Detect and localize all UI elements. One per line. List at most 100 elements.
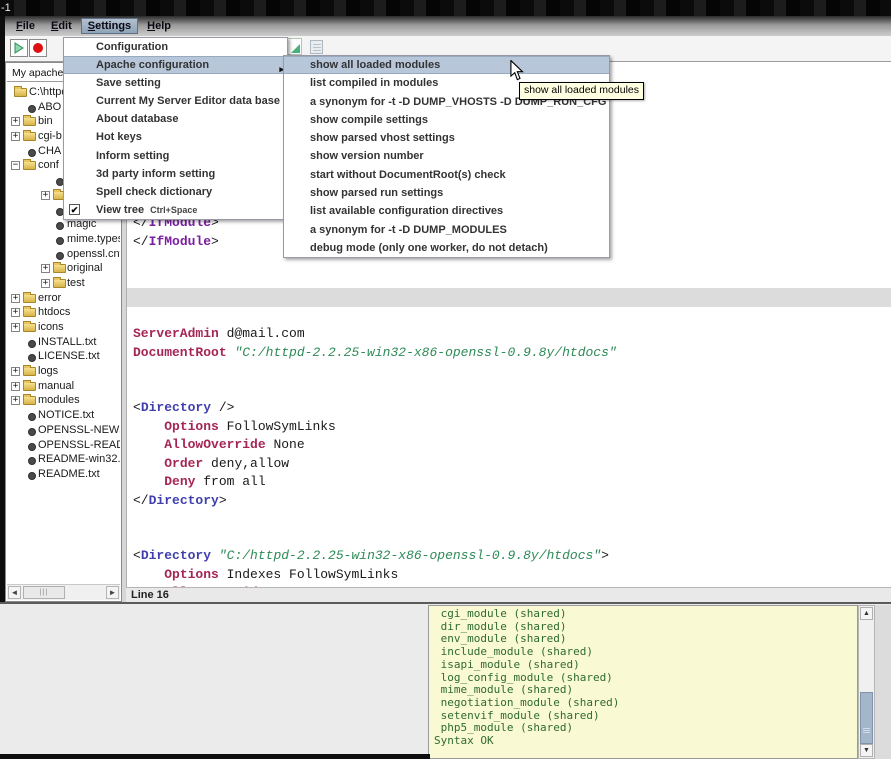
green-corner-icon [291, 44, 300, 53]
tree-item-readme-win32-t[interactable]: README-win32.t [7, 452, 120, 467]
code-line[interactable] [127, 288, 891, 307]
tree-item-openssl-cnf[interactable]: openssl.cnf [7, 247, 120, 262]
code-line[interactable]: DocumentRoot "C:/httpd-2.2.25-win32-x86-… [127, 344, 891, 363]
code-line[interactable] [127, 307, 891, 326]
submenu-item-show-parsed-run-settings[interactable]: show parsed run settings [284, 184, 609, 202]
menu-item-label: Configuration [96, 41, 168, 53]
tree-item-mime-types[interactable]: mime.types [7, 232, 120, 247]
folder-icon [23, 367, 36, 376]
code-segment: deny,allow [203, 456, 289, 471]
folder-icon [23, 117, 36, 126]
tree-item-readme-txt[interactable]: README.txt [7, 467, 120, 482]
tree-item-manual[interactable]: +manual [7, 379, 120, 394]
menu-item-current-my-server-editor-data-base[interactable]: Current My Server Editor data base [64, 92, 287, 110]
expand-plus-icon[interactable]: + [41, 191, 50, 200]
code-line[interactable] [127, 381, 891, 400]
tree-item-icons[interactable]: +icons [7, 320, 120, 335]
menu-item-apache-configuration[interactable]: Apache configuration▸ [64, 56, 287, 74]
code-line[interactable] [127, 510, 891, 529]
submenu-item-start-without-documentroot-s-check[interactable]: start without DocumentRoot(s) check [284, 166, 609, 184]
code-line[interactable]: Options FollowSymLinks [127, 418, 891, 437]
code-segment [133, 474, 164, 489]
scroll-left-arrow-icon[interactable]: ◄ [8, 586, 21, 599]
tree-item-htdocs[interactable]: +htdocs [7, 305, 120, 320]
document-icon[interactable] [310, 40, 323, 54]
tree-horizontal-scrollbar[interactable]: ◄ ||| ► [7, 584, 120, 600]
menu-item-inform-setting[interactable]: Inform setting [64, 147, 287, 165]
tree-item-openssl-news-t[interactable]: OPENSSL-NEWS.t [7, 423, 120, 438]
tree-item-label: error [38, 292, 61, 304]
code-line[interactable] [127, 270, 891, 289]
file-dot-icon [56, 252, 64, 260]
expand-plus-icon[interactable]: + [11, 308, 20, 317]
code-line[interactable]: AllowOverride None [127, 436, 891, 455]
scrollbar-thumb[interactable]: ||| [23, 586, 65, 599]
code-line[interactable]: Order deny,allow [127, 455, 891, 474]
scrollbar-thumb[interactable] [860, 692, 873, 744]
submenu-item-show-parsed-vhost-settings[interactable]: show parsed vhost settings [284, 129, 609, 147]
checkbox-checked-icon: ✔ [69, 204, 80, 215]
menu-item-spell-check-dictionary[interactable]: Spell check dictionary [64, 183, 287, 201]
expand-plus-icon[interactable]: + [11, 117, 20, 126]
tree-item-license-txt[interactable]: LICENSE.txt [7, 349, 120, 364]
code-line[interactable]: <Directory "C:/httpd-2.2.25-win32-x86-op… [127, 547, 891, 566]
code-line[interactable] [127, 529, 891, 548]
menubar-item-settings[interactable]: Settings [81, 18, 138, 34]
expand-plus-icon[interactable]: + [11, 323, 20, 332]
code-line[interactable]: Options Indexes FollowSymLinks [127, 566, 891, 585]
tree-tab-my-apache[interactable]: My apache [7, 64, 69, 82]
console-vertical-scrollbar[interactable]: ▲ ▼ [858, 605, 875, 759]
run-icon[interactable] [286, 38, 302, 55]
scroll-right-arrow-icon[interactable]: ► [106, 586, 119, 599]
tree-item-install-txt[interactable]: INSTALL.txt [7, 335, 120, 350]
start-server-button[interactable] [10, 39, 28, 57]
expand-plus-icon[interactable]: + [11, 396, 20, 405]
folder-icon [23, 161, 36, 170]
menu-item-3d-party-inform-setting[interactable]: 3d party inform setting [64, 165, 287, 183]
code-segment: IfModule [149, 234, 211, 249]
tree-item-label: openssl.cnf [67, 248, 120, 260]
submenu-item-show-compile-settings[interactable]: show compile settings [284, 111, 609, 129]
menu-item-hot-keys[interactable]: Hot keys [64, 128, 287, 146]
tree-item-openssl-readmi[interactable]: OPENSSL-READMI [7, 438, 120, 453]
submenu-item-show-version-number[interactable]: show version number [284, 147, 609, 165]
submenu-item-a-synonym-for-t-d-dump-modules[interactable]: a synonym for -t -D DUMP_MODULES [284, 221, 609, 239]
scroll-up-arrow-icon[interactable]: ▲ [860, 607, 873, 620]
expand-plus-icon[interactable]: + [41, 279, 50, 288]
code-segment [211, 548, 219, 563]
stop-server-button[interactable] [29, 39, 47, 57]
tree-item-test[interactable]: +test [7, 276, 120, 291]
menubar-item-help[interactable]: Help [140, 18, 178, 34]
menu-item-save-setting[interactable]: Save setting [64, 74, 287, 92]
code-segment: < [133, 548, 141, 563]
code-line[interactable]: </Directory> [127, 492, 891, 511]
submenu-item-debug-mode-only-one-worker-do-not-detach[interactable]: debug mode (only one worker, do not deta… [284, 239, 609, 257]
collapse-minus-icon[interactable]: − [11, 161, 20, 170]
code-line[interactable]: <Directory /> [127, 399, 891, 418]
code-line[interactable]: Deny from all [127, 473, 891, 492]
file-dot-icon [28, 354, 36, 362]
tree-item-modules[interactable]: +modules [7, 393, 120, 408]
tree-item-error[interactable]: + error [7, 291, 120, 306]
expand-plus-icon[interactable]: + [11, 294, 20, 303]
expand-plus-icon[interactable]: + [11, 367, 20, 376]
menubar-item-file[interactable]: File [9, 18, 42, 34]
menu-item-label: show parsed vhost settings [310, 132, 455, 144]
tree-item-notice-txt[interactable]: NOTICE.txt [7, 408, 120, 423]
expand-plus-icon[interactable]: + [41, 264, 50, 273]
submenu-item-show-all-loaded-modules[interactable]: show all loaded modules [284, 56, 609, 74]
code-line[interactable]: ServerAdmin d@mail.com [127, 325, 891, 344]
output-console[interactable]: cgi_module (shared) dir_module (shared) … [428, 605, 858, 759]
expand-plus-icon[interactable]: + [11, 382, 20, 391]
tree-item-logs[interactable]: +logs [7, 364, 120, 379]
code-line[interactable] [127, 362, 891, 381]
menubar-item-edit[interactable]: Edit [44, 18, 79, 34]
submenu-item-list-available-configuration-directives[interactable]: list available configuration directives [284, 202, 609, 220]
scroll-down-arrow-icon[interactable]: ▼ [860, 744, 873, 757]
menu-item-configuration[interactable]: Configuration [64, 38, 287, 56]
tree-item-original[interactable]: +original [7, 261, 120, 276]
menu-item-view-tree[interactable]: View treeCtrl+Space✔ [64, 201, 287, 219]
menu-item-about-database[interactable]: About database [64, 110, 287, 128]
menu-item-label: About database [96, 113, 179, 125]
expand-plus-icon[interactable]: + [11, 132, 20, 141]
